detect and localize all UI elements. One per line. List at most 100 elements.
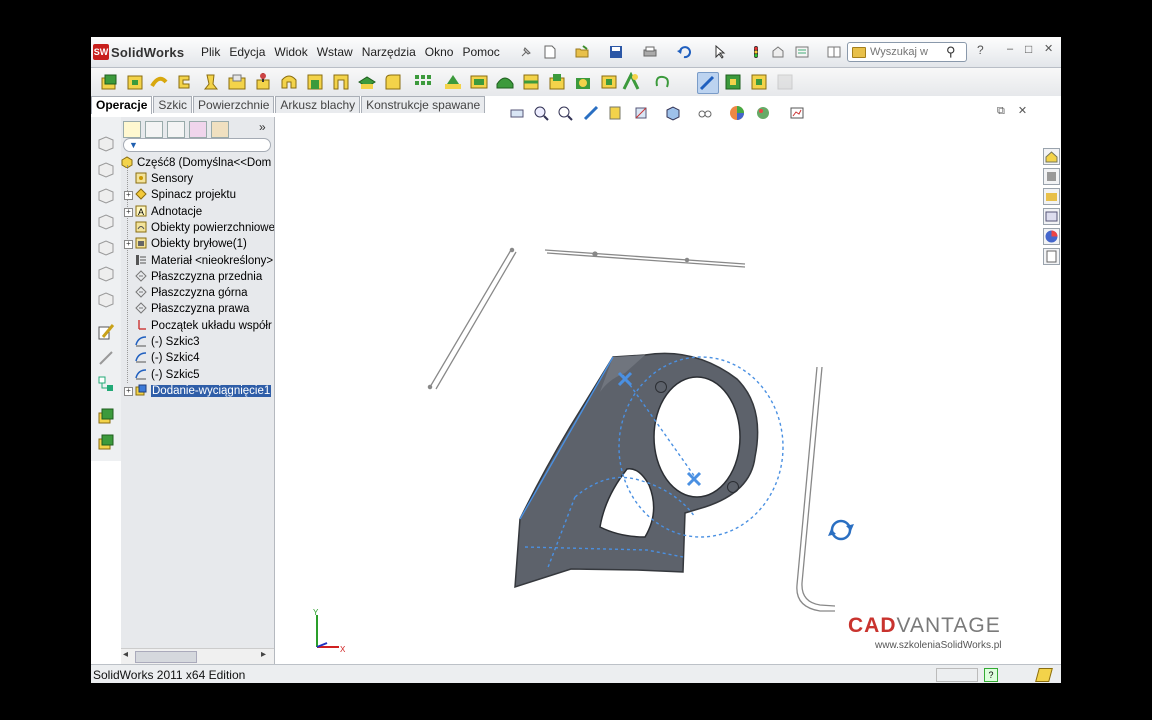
revolved-cut-icon[interactable]	[279, 72, 299, 92]
wrap-icon[interactable]	[521, 72, 541, 92]
lofted-boss-icon[interactable]	[175, 72, 195, 92]
custom-properties-icon[interactable]	[1043, 248, 1060, 265]
search-icon[interactable]: ⚲	[946, 44, 956, 60]
tile-icon[interactable]	[827, 45, 841, 59]
tree-expand-toggle[interactable]: +	[124, 386, 133, 396]
tab-operacje[interactable]: Operacje	[91, 96, 153, 114]
cube-view-icon[interactable]	[97, 265, 115, 283]
home-icon[interactable]	[1043, 148, 1060, 165]
tree-item-obiekty-brylowe-1[interactable]: Obiekty bryłowe(1)	[135, 236, 247, 252]
sketch-toggle-icon[interactable]	[697, 72, 719, 94]
boss-feature-icon[interactable]	[97, 407, 115, 425]
help-button[interactable]: ?	[977, 43, 984, 57]
cube-view-icon[interactable]	[97, 213, 115, 231]
lofted-cut-icon[interactable]	[331, 72, 351, 92]
tree-item-plaszczyzna-przednia[interactable]: Płaszczyzna przednia	[135, 269, 262, 285]
tree-item-szkic5[interactable]: (-) Szkic5	[135, 367, 200, 383]
cube-view-icon[interactable]	[97, 135, 115, 153]
curves-icon[interactable]	[599, 72, 619, 92]
surface-toggle-icon[interactable]	[749, 72, 769, 92]
search-input[interactable]	[870, 45, 944, 59]
configuration-tab-icon[interactable]	[167, 121, 185, 138]
rib-icon[interactable]	[443, 72, 463, 92]
scroll-right-arrow-icon[interactable]: ▸	[261, 649, 266, 660]
feature-tree-filter[interactable]: ▼	[123, 138, 271, 152]
tree-item-obiekty-powierzchniowe[interactable]: Obiekty powierzchniowe	[135, 220, 274, 236]
boundary-boss-icon[interactable]	[201, 72, 221, 92]
tree-item-sensory[interactable]: Sensory	[135, 171, 193, 187]
tree-item-poczatek-ukladu-wspolr[interactable]: Początek układu współr	[135, 318, 272, 334]
sketch-edit-icon[interactable]	[97, 323, 115, 341]
quick-tips-icon[interactable]	[1035, 668, 1053, 682]
extruded-cut-icon[interactable]	[227, 72, 247, 92]
new-document-icon[interactable]	[543, 45, 557, 59]
swept-boss-icon[interactable]	[149, 72, 169, 92]
file-explorer-icon[interactable]	[1043, 188, 1060, 205]
dimxpert-tab-icon[interactable]	[189, 121, 207, 138]
menu-plik[interactable]: Plik	[201, 45, 220, 59]
print-icon[interactable]	[643, 45, 657, 59]
select-pointer-icon[interactable]	[713, 45, 727, 59]
tree-item-szkic4[interactable]: (-) Szkic4	[135, 350, 200, 366]
save-icon[interactable]	[609, 45, 623, 59]
scroll-left-arrow-icon[interactable]: ◂	[123, 649, 128, 660]
menu-narzedzia[interactable]: Narzędzia	[362, 45, 416, 59]
tree-item-material-nieokreslony[interactable]: Materiał <nieokreślony>	[135, 253, 273, 269]
tree-expand-toggle[interactable]: +	[124, 207, 133, 217]
intersect-icon[interactable]	[547, 72, 567, 92]
tab-arkusz-blachy[interactable]: Arkusz blachy	[275, 96, 361, 113]
property-manager-tab-icon[interactable]	[145, 121, 163, 138]
collapse-panel-button[interactable]: »	[259, 120, 266, 134]
menu-wstaw[interactable]: Wstaw	[317, 45, 353, 59]
boundary-cut-icon[interactable]	[357, 72, 377, 92]
feature-tree-tab-icon[interactable]	[123, 121, 141, 138]
cube-view-icon[interactable]	[97, 239, 115, 257]
tree-expand-toggle[interactable]: +	[124, 191, 133, 201]
design-library-icon[interactable]	[1043, 168, 1060, 185]
relations-icon[interactable]	[97, 375, 115, 393]
menu-pomoc[interactable]: Pomoc	[462, 45, 499, 59]
menu-edycja[interactable]: Edycja	[229, 45, 265, 59]
minimize-button[interactable]: –	[1007, 43, 1013, 55]
cube-view-icon[interactable]	[97, 187, 115, 205]
tree-horizontal-scrollbar[interactable]: ◂ ▸	[121, 648, 274, 664]
reference-geometry-icon[interactable]	[573, 72, 593, 92]
rebuild-icon[interactable]	[749, 45, 763, 59]
viewport-close-button[interactable]: ✕	[1018, 105, 1027, 117]
solidworks-logo[interactable]: SW SolidWorks	[93, 42, 184, 62]
cube-view-icon[interactable]	[97, 161, 115, 179]
pin-icon[interactable]	[519, 45, 533, 59]
tab-szkic[interactable]: Szkic	[153, 96, 193, 113]
cut-feature-icon[interactable]	[97, 433, 115, 451]
cube-view-icon[interactable]	[97, 291, 115, 309]
tree-item-dodanie-wyciagniecie1[interactable]: Dodanie-wyciągnięcie1	[135, 383, 272, 399]
display-manager-tab-icon[interactable]	[211, 121, 229, 138]
open-folder-icon[interactable]	[575, 45, 589, 59]
instant3d-icon[interactable]	[621, 72, 641, 92]
linear-pattern-icon[interactable]	[413, 72, 433, 92]
undo-icon[interactable]	[677, 45, 691, 59]
revolved-boss-icon[interactable]	[125, 72, 145, 92]
tree-item-spinacz-projektu[interactable]: Spinacz projektu	[135, 187, 236, 203]
tree-item-plaszczyzna-gorna[interactable]: Płaszczyzna górna	[135, 285, 248, 301]
tree-item-szkic3[interactable]: (-) Szkic3	[135, 334, 200, 350]
draft-icon[interactable]	[469, 72, 489, 92]
loop-icon[interactable]	[653, 72, 673, 92]
graphics-area[interactable]: Y X	[275, 117, 1041, 663]
tree-root-part[interactable]: Część8 (Domyślna<<Dom	[121, 155, 271, 171]
appearances-icon[interactable]	[1043, 228, 1060, 245]
help-status-icon[interactable]: ?	[984, 668, 998, 682]
hole-wizard-icon[interactable]	[253, 72, 273, 92]
tab-konstrukcje-spawane[interactable]: Konstrukcje spawane	[361, 96, 486, 113]
menu-okno[interactable]: Okno	[425, 45, 454, 59]
swept-cut-icon[interactable]	[305, 72, 325, 92]
extruded-part[interactable]	[514, 352, 784, 589]
tree-item-adnotacje[interactable]: A Adnotacje	[135, 204, 202, 220]
fillet-icon[interactable]	[383, 72, 403, 92]
viewport-restore-button[interactable]: ⧉	[997, 105, 1005, 117]
tree-expand-toggle[interactable]: +	[124, 240, 133, 250]
restore-button[interactable]: □	[1025, 42, 1032, 56]
close-button[interactable]: ✕	[1044, 42, 1053, 55]
shell-icon[interactable]	[495, 72, 515, 92]
extruded-boss-icon[interactable]	[99, 72, 119, 92]
